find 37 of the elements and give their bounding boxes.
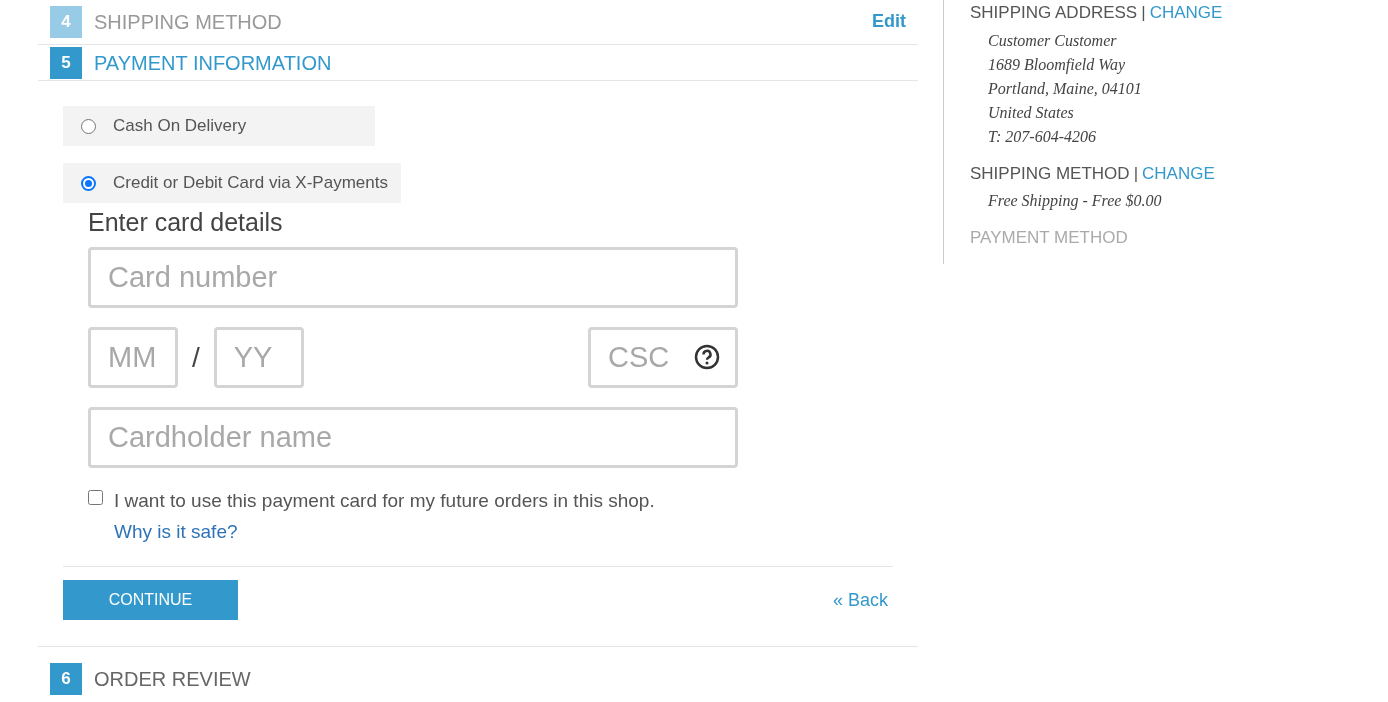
step-number: 4	[50, 5, 82, 38]
change-link[interactable]: CHANGE	[1149, 0, 1223, 26]
summary-line: 1689 Bloomfield Way	[988, 54, 1127, 76]
summary-line: Portland, Maine, 04101	[988, 78, 1143, 99]
section-title: PAYMENT METHOD	[970, 227, 1128, 249]
step-number: 6	[50, 663, 82, 695]
summary-line: Customer Customer	[988, 30, 1118, 51]
year-field[interactable]: YY	[213, 327, 304, 388]
step-title: PAYMENT INFORMATION	[94, 50, 332, 76]
help-icon[interactable]	[694, 344, 720, 370]
form-heading: Enter card details	[88, 207, 284, 237]
summary-line: United States	[988, 102, 1075, 123]
section-title: SHIPPING METHOD	[970, 162, 1130, 185]
section-title: SHIPPING ADDRESS	[970, 2, 1138, 24]
title-separator: |	[1133, 162, 1139, 185]
continue-button[interactable]: CONTINUE	[63, 580, 238, 620]
change-link[interactable]: CHANGE	[1142, 160, 1215, 186]
date-separator: /	[192, 340, 200, 375]
title-separator: |	[1141, 2, 1146, 24]
summary-line: Free Shipping - Free $0.00	[988, 191, 1163, 212]
edit-link[interactable]: Edit	[872, 8, 906, 35]
why-safe-link[interactable]: Why is it safe?	[114, 520, 238, 544]
save-card-label: I want to use this payment card for my future orders in this shop.	[114, 489, 655, 513]
csc-field[interactable]: CSC	[588, 327, 738, 388]
radio-button[interactable]	[81, 118, 96, 134]
cardholder-field[interactable]: Cardholder name	[88, 407, 738, 468]
month-field[interactable]: MM	[88, 327, 178, 388]
save-card-checkbox[interactable]	[88, 490, 103, 505]
step-title: SHIPPING METHOD	[94, 9, 282, 35]
summary-line: T: 207-604-4206	[988, 126, 1097, 147]
step-number: 5	[50, 46, 82, 79]
payment-option[interactable]: Credit or Debit Card via X-Payments	[63, 163, 401, 203]
payment-option[interactable]: Cash On Delivery	[63, 106, 375, 146]
back-link[interactable]: « Back	[832, 586, 888, 614]
step-title: ORDER REVIEW	[94, 667, 251, 692]
radio-button[interactable]	[81, 175, 96, 191]
card-number-field[interactable]: Card number	[88, 247, 738, 308]
